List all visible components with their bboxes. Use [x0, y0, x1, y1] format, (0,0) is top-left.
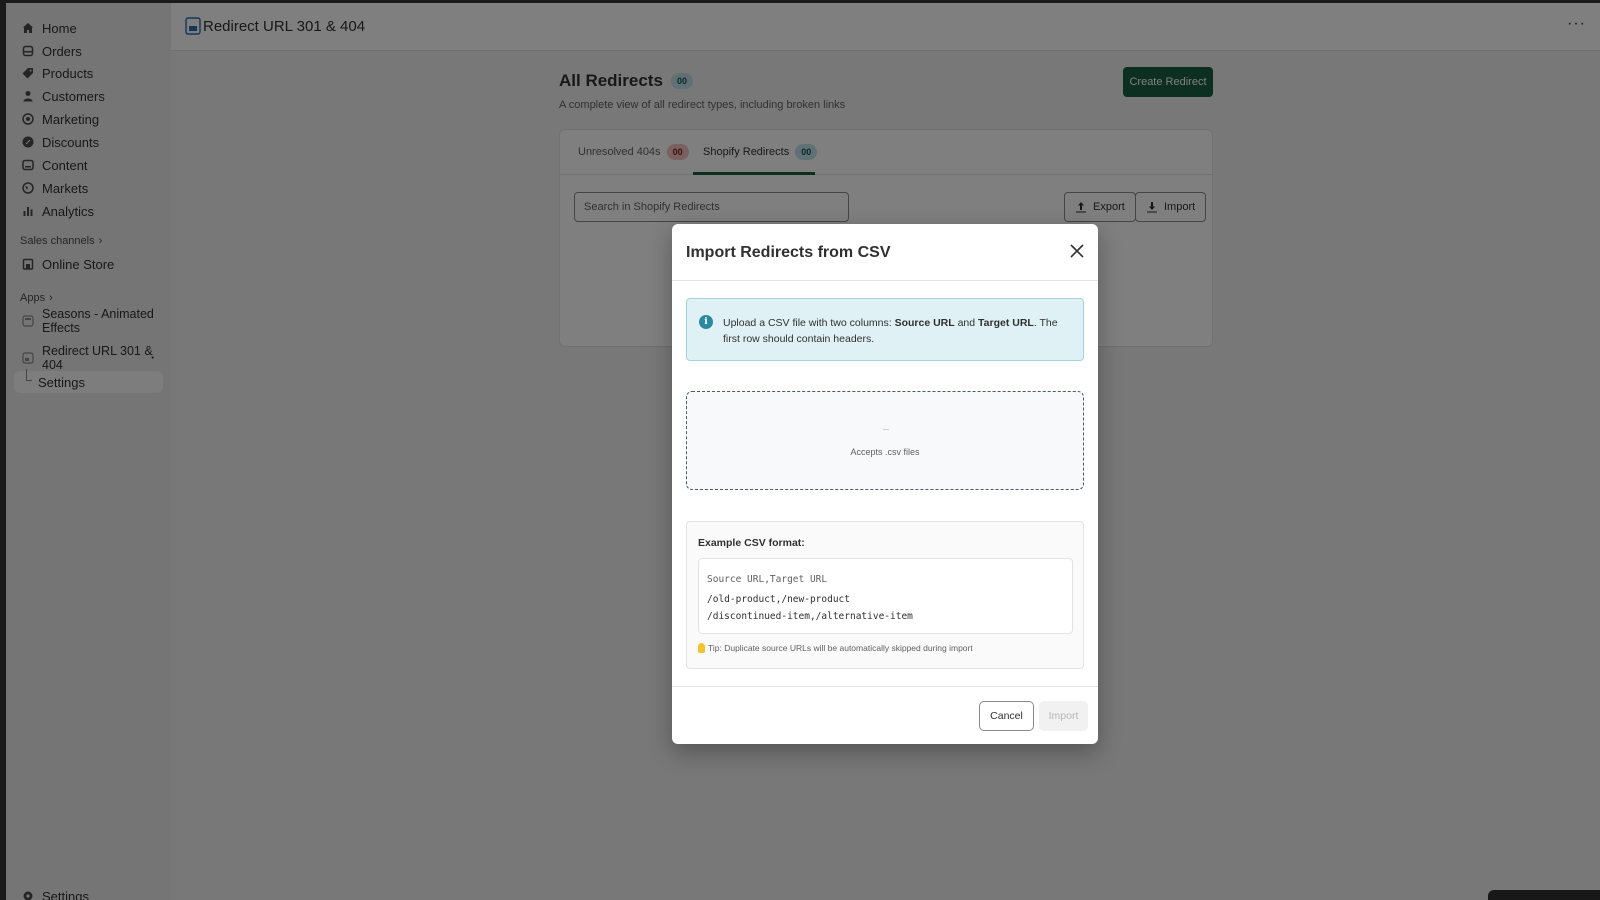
example-title: Example CSV format: — [698, 537, 805, 549]
import-submit-button[interactable]: Import — [1039, 701, 1088, 731]
tip-label: Tip: Duplicate source URLs will be autom… — [708, 643, 973, 653]
modal-title: Import Redirects from CSV — [686, 244, 891, 261]
tip-text: Tip: Duplicate source URLs will be autom… — [698, 643, 973, 653]
import-modal: Import Redirects from CSV i Upload a CSV… — [672, 224, 1098, 744]
upload-placeholder-icon — [883, 429, 889, 430]
info-banner: i Upload a CSV file with two columns: So… — [686, 298, 1084, 361]
code-header-line: Source URL,Target URL — [707, 574, 828, 585]
file-dropzone[interactable]: Accepts .csv files — [686, 391, 1084, 490]
lightbulb-icon — [698, 643, 705, 653]
close-icon[interactable] — [1068, 242, 1086, 260]
info-text: Upload a CSV file with two columns: Sour… — [723, 315, 1077, 347]
info-source-url: Source URL — [894, 317, 955, 329]
info-target-url: Target URL — [978, 317, 1034, 329]
example-csv-panel: Example CSV format: Source URL,Target UR… — [686, 521, 1084, 669]
modal-footer: Cancel Import — [672, 686, 1098, 744]
code-line: /discontinued-item,/alternative-item — [707, 611, 913, 622]
csv-code-block: Source URL,Target URL /old-product,/new-… — [698, 558, 1073, 634]
info-icon: i — [699, 315, 713, 329]
cancel-button[interactable]: Cancel — [979, 701, 1034, 731]
dropzone-hint: Accepts .csv files — [850, 447, 920, 457]
info-text-and: and — [954, 317, 979, 329]
code-line: /old-product,/new-product — [707, 594, 850, 605]
info-text-prefix: Upload a CSV file with two columns: — [723, 317, 895, 329]
modal-header: Import Redirects from CSV — [672, 224, 1098, 281]
